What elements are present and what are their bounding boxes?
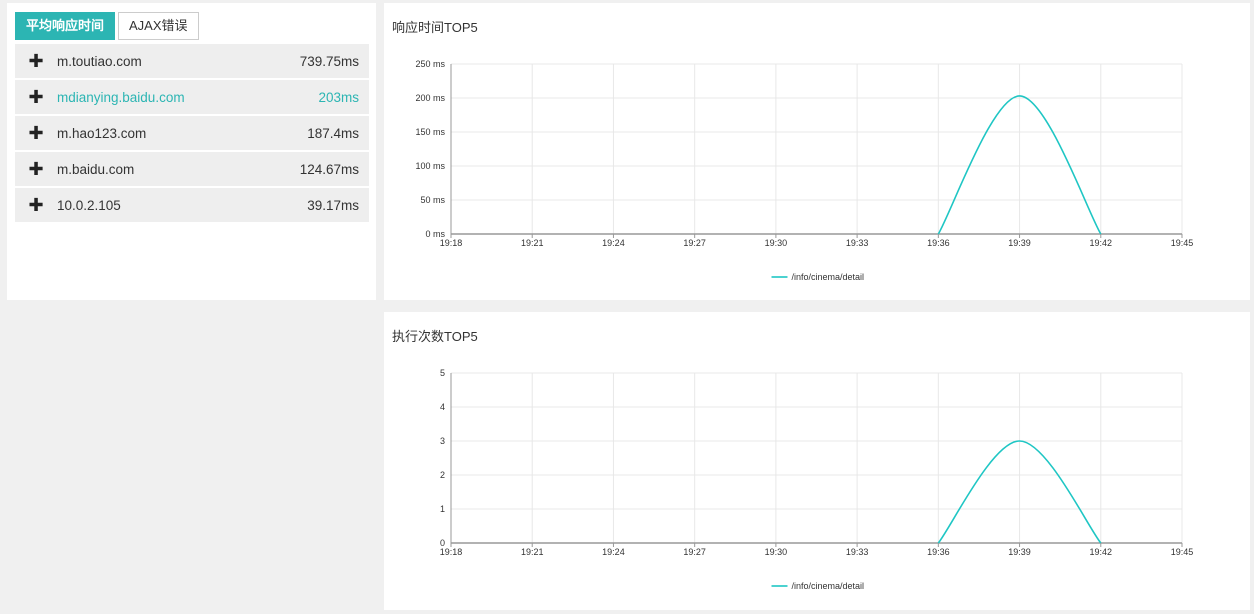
x-tick-label: 19:24: [602, 238, 625, 248]
domain-value: 203ms: [318, 89, 359, 105]
response-time-chart: 0 ms50 ms100 ms150 ms200 ms250 ms19:18 19…: [415, 59, 1194, 282]
expand-plus-icon[interactable]: ✚: [15, 123, 57, 144]
x-tick-label: 19:21: [521, 547, 544, 557]
list-item[interactable]: ✚ m.hao123.com 187.4ms: [15, 116, 369, 150]
expand-plus-icon[interactable]: ✚: [15, 159, 57, 180]
x-tick-label: 19:18: [440, 238, 463, 248]
tab-bar: 平均响应时间 AJAX错误: [15, 12, 202, 40]
x-tick-label: 19:33: [846, 238, 869, 248]
x-tick-label: 19:21: [521, 238, 544, 248]
y-tick-label: 250 ms: [415, 59, 445, 69]
y-tick-label: 3: [440, 436, 445, 446]
x-tick-label: 19:24: [602, 547, 625, 557]
domain-value: 39.17ms: [307, 197, 359, 213]
y-tick-label: 5: [440, 368, 445, 378]
y-tick-label: 150 ms: [415, 127, 445, 137]
domain-value: 739.75ms: [299, 53, 359, 69]
x-tick-label: 19:18: [440, 547, 463, 557]
legend-label[interactable]: /info/cinema/detail: [792, 581, 865, 591]
domain-name: 10.0.2.105: [57, 197, 121, 213]
x-tick-label: 19:42: [1090, 238, 1113, 248]
x-tick-label: 19:36: [927, 238, 950, 248]
domain-value: 187.4ms: [307, 125, 359, 141]
x-tick-label: 19:27: [683, 547, 706, 557]
legend-label[interactable]: /info/cinema/detail: [792, 272, 865, 282]
x-tick-label: 19:30: [765, 547, 788, 557]
list-item[interactable]: ✚ m.baidu.com 124.67ms: [15, 152, 369, 186]
y-tick-label: 50 ms: [420, 195, 445, 205]
list-item[interactable]: ✚ mdianying.baidu.com 203ms: [15, 80, 369, 114]
tab-avg-response-time[interactable]: 平均响应时间: [15, 12, 116, 40]
expand-plus-icon[interactable]: ✚: [15, 195, 57, 216]
response-time-chart-panel: 响应时间TOP5 0 ms 50 ms 100 ms 150 ms 200 ms 250 …: [384, 3, 1250, 300]
expand-plus-icon[interactable]: ✚: [15, 51, 57, 72]
y-tick-label: 100 ms: [415, 161, 445, 171]
domain-name: m.toutiao.com: [57, 53, 142, 69]
domain-panel: 平均响应时间 AJAX错误 ✚ m.toutiao.com 739.75ms ✚…: [7, 3, 376, 300]
list-item[interactable]: ✚ m.toutiao.com 739.75ms: [15, 44, 369, 78]
domain-name: m.baidu.com: [57, 161, 135, 177]
y-tick-label: 4: [440, 402, 445, 412]
y-tick-label: 2: [440, 470, 445, 480]
x-tick-label: 19:39: [1008, 238, 1031, 248]
domain-name: mdianying.baidu.com: [57, 89, 185, 105]
expand-plus-icon[interactable]: ✚: [15, 87, 57, 108]
y-tick-label: 1: [440, 504, 445, 514]
x-tick-label: 19:33: [846, 547, 869, 557]
x-tick-label: 19:27: [683, 238, 706, 248]
x-tick-label: 19:45: [1171, 547, 1194, 557]
list-item[interactable]: ✚ 10.0.2.105 39.17ms: [15, 188, 369, 222]
x-tick-label: 19:30: [765, 238, 788, 248]
exec-count-chart-panel: 执行次数TOP5 0 1 2 3 4 5 19:18 19:21 19:24 19:27 19:30…: [384, 312, 1250, 610]
domain-value: 124.67ms: [299, 161, 359, 177]
tab-ajax-errors[interactable]: AJAX错误: [118, 12, 199, 40]
x-tick-label: 19:42: [1090, 547, 1113, 557]
x-tick-label: 19:39: [1008, 547, 1031, 557]
domain-list: ✚ m.toutiao.com 739.75ms ✚ mdianying.bai…: [15, 44, 369, 224]
x-tick-label: 19:36: [927, 547, 950, 557]
x-tick-label: 19:45: [1171, 238, 1194, 248]
exec-count-chart: 01234519:18 19:21 19:24 19:27 19:30 19:33 19:3…: [440, 368, 1194, 591]
domain-name: m.hao123.com: [57, 125, 147, 141]
y-tick-label: 200 ms: [415, 93, 445, 103]
